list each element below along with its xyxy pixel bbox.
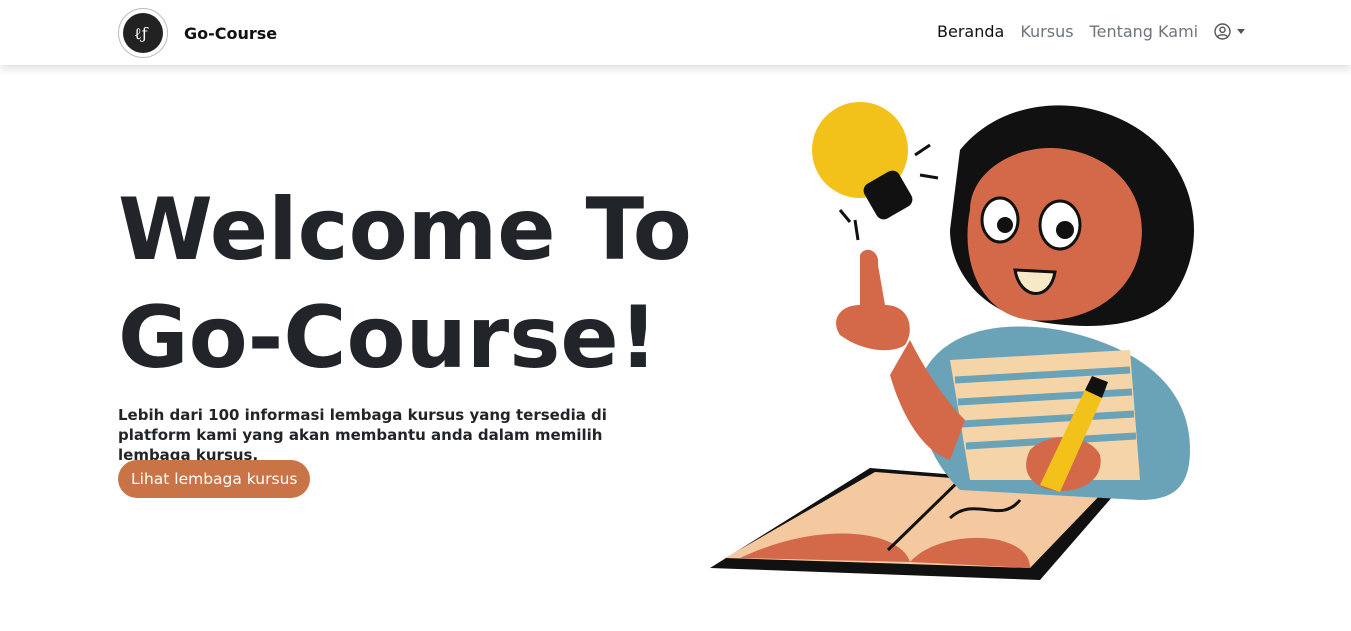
hero-title-line-2: Go-Course! [118,288,658,388]
chevron-down-icon [1237,29,1246,34]
nav-item-tentang-kami[interactable]: Tentang Kami [1090,22,1199,41]
svg-text:ℓƒ: ℓƒ [134,24,149,43]
nav-item-beranda[interactable]: Beranda [937,22,1004,41]
brand[interactable]: ℓƒ Go-Course [118,8,277,58]
hero-title-line-1: Welcome To [118,180,692,280]
nav-item-kursus[interactable]: Kursus [1020,22,1073,41]
user-circle-icon [1214,23,1231,40]
navbar: ℓƒ Go-Course Beranda Kursus Tentang Kami [0,0,1351,65]
nav-menu: Beranda Kursus Tentang Kami [937,22,1246,41]
hero-title: Welcome To Go-Course! [118,176,692,392]
brand-name: Go-Course [184,23,278,43]
logo-icon: ℓƒ [118,8,168,58]
user-dropdown[interactable] [1214,23,1246,40]
hero-description: Lebih dari 100 informasi lembaga kursus … [118,406,607,464]
view-courses-button[interactable]: Lihat lembaga kursus [118,460,311,498]
girl-studying-illustration [710,102,1194,580]
